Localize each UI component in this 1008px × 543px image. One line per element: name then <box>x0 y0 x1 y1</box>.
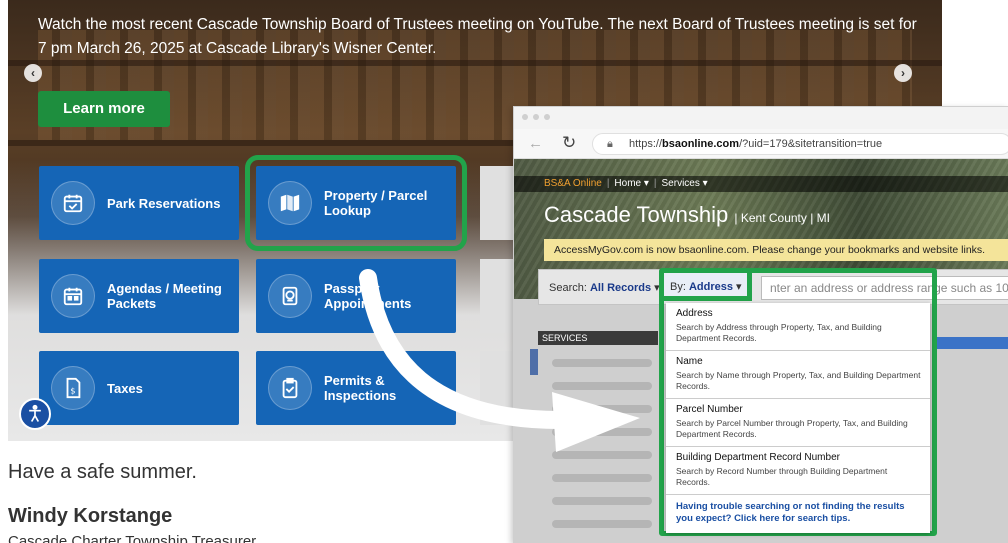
clipboard-check-icon <box>268 366 312 410</box>
municipality-subtitle: | Kent County | MI <box>734 211 830 225</box>
tile-label: Permits & Inspections <box>324 373 397 403</box>
banner-text: Watch the most recent Cascade Township B… <box>38 16 917 57</box>
passport-icon <box>268 274 312 318</box>
list-item[interactable] <box>552 497 652 505</box>
services-list <box>552 359 652 542</box>
tax-document-icon: $ <box>51 366 95 410</box>
svg-text:$: $ <box>70 386 75 396</box>
option-description: Search by Name through Property, Tax, an… <box>676 370 921 391</box>
accessibility-icon[interactable] <box>19 398 51 430</box>
menu-services[interactable]: Services ▾ <box>662 178 708 189</box>
url-host: bsaonline.com <box>662 138 740 150</box>
screenshot-root: Watch the most recent Cascade Township B… <box>0 0 1008 543</box>
tile-property-parcel-lookup[interactable]: Property / Parcel Lookup <box>245 155 467 251</box>
browser-titlebar <box>514 107 1008 129</box>
option-title: Parcel Number <box>676 404 743 415</box>
tile-label: Property / Parcel Lookup <box>324 188 428 218</box>
dropdown-option-name[interactable]: Name Search by Name through Property, Ta… <box>666 351 930 399</box>
list-item[interactable] <box>552 405 652 413</box>
municipality-title: Cascade Township | Kent County | MI <box>544 202 830 227</box>
tile-taxes[interactable]: $ Taxes <box>39 351 239 425</box>
search-label: Search: <box>549 282 587 294</box>
content-header-strip <box>934 337 1008 349</box>
url-rest: /?uid=179&sitetransition=true <box>739 138 883 150</box>
sidebar-toggle-tab[interactable] <box>530 349 538 375</box>
dropdown-option-address[interactable]: Address Search by Address through Proper… <box>666 303 930 351</box>
option-description: Search by Record Number through Building… <box>676 466 888 487</box>
option-description: Search by Parcel Number through Property… <box>676 418 908 439</box>
list-item[interactable] <box>552 474 652 482</box>
tile-passport-appointments[interactable]: Passport Appointments <box>256 259 456 333</box>
search-scope-select[interactable]: All Records <box>590 282 651 294</box>
reload-icon[interactable]: ↻ <box>562 133 576 153</box>
tile-label: Taxes <box>107 380 143 396</box>
signature-name: Windy Korstange <box>8 505 173 527</box>
learn-more-button[interactable]: Learn more <box>38 91 170 127</box>
list-item[interactable] <box>552 428 652 436</box>
tile-permits-inspections[interactable]: Permits & Inspections <box>256 351 456 425</box>
footer-message: Have a safe summer. <box>8 461 197 483</box>
tile-agendas-meeting-packets[interactable]: Agendas / Meeting Packets <box>39 259 239 333</box>
window-controls[interactable] <box>522 114 550 120</box>
option-title: Name <box>676 356 703 367</box>
tile-label: Passport Appointments <box>324 281 412 311</box>
option-description: Search by Address through Property, Tax,… <box>676 322 882 343</box>
search-by-value: Address <box>688 281 733 293</box>
address-bar[interactable]: 🔒︎ https://bsaonline.com/?uid=179&sitetr… <box>592 133 1008 155</box>
signature-role: Cascade Charter Township Treasurer <box>8 533 257 543</box>
tile-park-reservations[interactable]: Park Reservations <box>39 166 239 240</box>
calendar-grid-icon <box>51 274 95 318</box>
lock-icon: 🔒︎ <box>607 138 613 150</box>
option-title: Building Department Record Number <box>676 452 840 463</box>
notice-banner: AccessMyGov.com is now bsaonline.com. Pl… <box>544 239 1008 261</box>
back-icon[interactable]: ← <box>528 135 543 152</box>
dropdown-option-parcel-number[interactable]: Parcel Number Search by Parcel Number th… <box>666 399 930 447</box>
list-item[interactable] <box>552 359 652 367</box>
browser-toolbar: ← ↻ 🔒︎ https://bsaonline.com/?uid=179&si… <box>514 129 1008 159</box>
list-item[interactable] <box>552 382 652 390</box>
dropdown-option-building-record[interactable]: Building Department Record Number Search… <box>666 447 930 495</box>
search-by-dropdown: Address Search by Address through Proper… <box>666 303 930 533</box>
option-title: Address <box>676 308 713 319</box>
carousel-next-icon[interactable]: › <box>894 64 912 82</box>
menu-home[interactable]: Home ▾ <box>614 178 648 189</box>
list-item[interactable] <box>552 520 652 528</box>
calendar-check-icon <box>51 181 95 225</box>
search-by-highlight: By: Address ▾ Address Search by Address … <box>659 268 937 536</box>
bsa-menu-bar: BS&A Online | Home ▾ | Services ▾ <box>514 176 1008 192</box>
tile-label: Agendas / Meeting Packets <box>107 281 222 311</box>
url-prefix: https:// <box>629 138 663 150</box>
search-tips-link[interactable]: Having trouble searching or not finding … <box>666 495 930 533</box>
search-by-select[interactable]: By: Address ▾ <box>664 273 752 301</box>
map-icon <box>268 181 312 225</box>
bsa-brand-link[interactable]: BS&A Online <box>544 178 602 189</box>
list-item[interactable] <box>552 451 652 459</box>
services-header: SERVICES <box>538 331 658 345</box>
tile-label: Park Reservations <box>107 195 221 211</box>
carousel-prev-icon[interactable]: ‹ <box>24 64 42 82</box>
